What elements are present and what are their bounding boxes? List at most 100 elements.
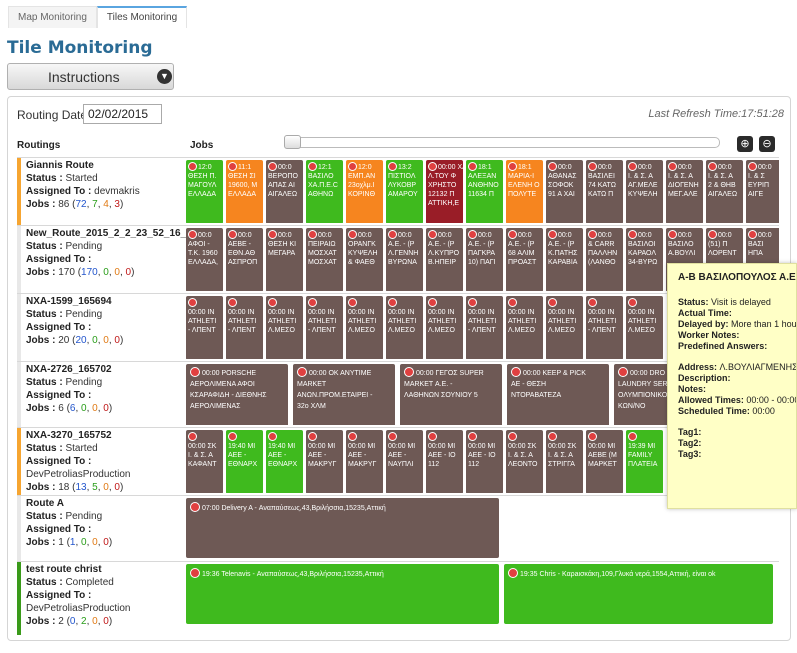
clock-icon — [628, 432, 637, 441]
tooltip-tag1: Tag1: — [678, 427, 702, 437]
job-line: ΕΛΛΑΔΑ — [188, 191, 217, 198]
job-tile[interactable]: 00:0 Α.Ε. - (Ρ ΠΑΓΚΡΑ 10) ΠΑΓΙ — [466, 228, 503, 291]
job-tile[interactable]: 00:00 ΣΚ Ι. & Σ. Α ΚΑΦΑΝΤ — [186, 430, 223, 493]
job-tile[interactable]: 00:00 IN ATHLETI Λ.ΜΕΣΟ — [626, 296, 663, 359]
jobs-count-orange: 0 — [92, 403, 98, 414]
job-tile[interactable]: 00:00 IN ATHLETI - ΛΠΕΝΤ — [586, 296, 623, 359]
job-tile[interactable]: 00:0 Α.Ε. - (Ρ Λ.ΚΥΠΡΟ Β.ΗΠΕΙΡ — [426, 228, 463, 291]
tab-tiles-monitoring[interactable]: Tiles Monitoring — [96, 6, 188, 28]
job-tile[interactable]: 00:00 IN ATHLETI Λ.ΜΕΣΟ — [546, 296, 583, 359]
job-tile[interactable]: 00:00 IN ATHLETI - ΛΠΕΝΤ — [306, 296, 343, 359]
job-line: ΧΡΗΣΤΟ — [428, 182, 457, 189]
slider-handle[interactable] — [284, 135, 301, 149]
job-tile[interactable]: 00:0 Ι. & Σ. Α ΔΙΟΓΕΝΗ ΜΕΓ.ΑΛΕ — [666, 160, 703, 223]
job-line: Α.Ε. - (Ρ — [508, 241, 535, 248]
job-tile[interactable]: 00:00 IN ATHLETI - ΛΠΕΝΤ — [466, 296, 503, 359]
job-tile[interactable]: 00:00 ΜΙ ΑΕΒΕ (Μ ΜΑΡΚΕΤ — [586, 430, 623, 493]
route-name[interactable]: test route christ — [26, 564, 102, 575]
job-tile[interactable]: 18:1 ΑΛΕΞΑΝ ΑΝΘΗΝΟ 11634 Π — [466, 160, 503, 223]
job-tile[interactable]: 00:00 IN ATHLETI Λ.ΜΕΣΟ — [426, 296, 463, 359]
instructions-button[interactable]: Instructions ▼ — [7, 63, 174, 90]
job-line: ΕΜΠ.ΑΝ — [348, 173, 376, 180]
job-tile[interactable]: 18:1 ΜΑΡΙΑ-Ι ΕΛΕΝΗ Ο ΠΟΛΥΤΕ — [506, 160, 543, 223]
route-status: Started — [65, 443, 98, 454]
job-time: 11:1 — [238, 164, 252, 171]
job-time: 00:0 — [718, 232, 732, 239]
job-tile[interactable]: 00:0 Α.Ε. - (Ρ Κ.ΠΑΤΗΣ ΚΑΡΑΒΙΑ — [546, 228, 583, 291]
job-tile[interactable]: 00:00 IN ATHLETI Λ.ΜΕΣΟ — [266, 296, 303, 359]
job-tile[interactable]: 00:00 KEEP & PICK ΑΕ - ΘΕΣΗ ΝΤΟΡΑΒΑΤΕΖΑ — [507, 364, 609, 425]
job-tile[interactable]: 00:00 IN ATHLETI Λ.ΜΕΣΟ — [386, 296, 423, 359]
route-name[interactable]: Route A — [26, 498, 64, 509]
job-time: 00:0 — [598, 232, 612, 239]
job-tile[interactable]: 00:00 OK ANYTIME MARKET ΑΝΩΝ.ΠΡΟΜ.ΕΤΑΙΡΕΙ … — [293, 364, 395, 425]
route-name[interactable]: New_Route_2015_2_2_23_52_16_748 — [26, 228, 203, 239]
job-line: ΠΡΟΑΣΤ — [508, 259, 537, 266]
route-name[interactable]: NXA-2726_165702 — [26, 364, 112, 375]
job-tile[interactable]: 19:40 ΜΙ ΑΕΕ - ΕΘΝΑΡΧ — [266, 430, 303, 493]
tab-map-monitoring[interactable]: Map Monitoring — [8, 6, 97, 28]
job-tile[interactable]: 00:0 Α.Ε. - (Ρ 68 ΑΛΙΜ ΠΡΟΑΣΤ — [506, 228, 543, 291]
job-tile[interactable]: 19:35 Chris - Καρaισκάκη,109,Γλυκά νερά,… — [504, 564, 773, 624]
job-tile[interactable]: 00:00 IN ATHLETI - ΛΠΕΝΤ — [226, 296, 263, 359]
job-tile[interactable]: 00:00 IN ATHLETI - ΛΠΕΝΤ — [186, 296, 223, 359]
job-time: 00:0 — [278, 232, 292, 239]
job-tile[interactable]: 00:0 ΟΡΑΝΓΚ ΚΥΨΕΛΗ & ΦΑΕΘ — [346, 228, 383, 291]
job-tile[interactable]: 00:0 ΑΘΑΝΑΣ ΣΟΦΟΚ 91 Α ΧΑΙ — [546, 160, 583, 223]
job-tile[interactable]: 00:00 ΜΙ ΑΕΕ - ΙΟ 112 — [426, 430, 463, 493]
job-tile[interactable]: 19:39 ΜΙ FAMILY ΠΛΑΤΕΙΑ — [626, 430, 663, 493]
route-name[interactable]: NXA-1599_165694 — [26, 296, 112, 307]
job-tile[interactable]: 00:0 Ι. & Σ. Α 2 & ΘΗΒ ΑΙΓΑΛΕΩ — [706, 160, 743, 223]
job-time: 12:1 — [318, 164, 332, 171]
job-tile[interactable]: 19:40 ΜΙ ΑΕΕ - ΕΘΝΑΡΧ — [226, 430, 263, 493]
job-tile[interactable]: 00:0 & CARR ΠΑΛΛΗΝ (ΛΑΝΘΟ — [586, 228, 623, 291]
jobs-count-orange: 0 — [103, 482, 109, 493]
job-time: 00:0 — [318, 232, 332, 239]
job-tile[interactable]: 00:0 ΒΕΡΟΠΟ ΑΠΑΣ ΑΙ ΑΙΓΑΛΕΩ — [266, 160, 303, 223]
job-tile[interactable]: 00:0 Α.Ε. - (Ρ Λ.ΓΕΝΝΗ ΒΥΡΩΝΑ — [386, 228, 423, 291]
job-tile[interactable]: 00:00 IN ATHLETI Λ.ΜΕΣΟ — [506, 296, 543, 359]
route-name[interactable]: Giannis Route — [26, 160, 94, 171]
job-tile[interactable]: 13:2 ΠΙΣΤΙΟΛ ΛΥΚΟΒΡ ΑΜΑΡΟΥ — [386, 160, 423, 223]
job-line: ΠΙΣΤΙΟΛ — [388, 173, 416, 180]
job-tile[interactable]: 12:0 ΘΕΣΗ Π. ΜΑΓΟΥΛ ΕΛΛΑΔΑ — [186, 160, 223, 223]
zoom-out-icon[interactable]: ⊖ — [759, 136, 775, 152]
job-tile[interactable]: 00:0 ΒΑΣΙΛΟΙ ΚΑΡΑΟΛ 34-ΒΥΡΩ — [626, 228, 663, 291]
job-line: 00:00 IN — [308, 309, 335, 316]
job-tile[interactable]: 00:00 IN ATHLETI Λ.ΜΕΣΟ — [346, 296, 383, 359]
job-tile[interactable]: 00:00 ΜΙ ΑΕΕ - ΜΑΚΡΥΓ — [346, 430, 383, 493]
job-line: Λ.ΜΕΣΟ — [388, 327, 415, 334]
job-tile[interactable]: 00:00 ΜΙ ΑΕΕ - ΜΑΚΡΥΓ — [306, 430, 343, 493]
job-line: Α.Ε. - (Ρ — [428, 241, 455, 248]
job-tile[interactable]: 00:0 ΑΦΟΙ - Τ.Κ. 1960 ΕΛΛΑΔΑ, — [186, 228, 223, 291]
tooltip-tag2: Tag2: — [678, 438, 702, 448]
job-tile[interactable]: 00:0 Ι. & Σ. Α ΑΓ.ΜΕΛΕ ΚΥΨΕΛΗ — [626, 160, 663, 223]
job-tile[interactable]: 00:0 ΑΕΒΕ - ΕΘΝ.ΑΘ ΑΣΠΡΟΠ — [226, 228, 263, 291]
jobs-count-orange: 4 — [103, 199, 109, 210]
job-tile[interactable]: 00:00 ΣΚ Ι. & Σ. Α ΛΕΟΝΤΟ — [506, 430, 543, 493]
job-tile[interactable]: 19:36 Telenavis - Αναπαύσεως,43,Βριλήσσι… — [186, 564, 499, 624]
job-tile[interactable]: 00:00 PORSCHE ΑΕΡΟΛΙΜΕΝΑ ΑΦΟΙ ΚΣΑΡΑΦΙΔΗ - … — [186, 364, 288, 425]
job-tile[interactable]: 07:00 Delivery A - Αναπαύσεως,43,Βριλήσσ… — [186, 498, 499, 558]
job-line: ΑΕ - ΘΕΣΗ — [511, 381, 547, 388]
route-assignee: DevPetroliasProduction — [26, 603, 131, 614]
job-tile[interactable]: 00:00 ΣΚ Ι. & Σ. Α ΣΤΡΙΓΓΑ — [546, 430, 583, 493]
job-tile[interactable]: 00:00 ΜΙ ΑΕΕ - ΝΑΥΠΛΙ — [386, 430, 423, 493]
job-tile[interactable]: 00:0 ΒΑΣΙΛΕΙ 74 ΚΑΤΩ ΚΑΤΩ Π — [586, 160, 623, 223]
job-tile[interactable]: 00:00 ΜΙ ΑΕΕ - ΙΟ 112 — [466, 430, 503, 493]
job-tile[interactable]: 12:1 ΒΑΣΙΛΟ ΧΑ.Π.Ε.C ΑΘΗΝΩ — [306, 160, 343, 223]
zoom-in-icon[interactable]: ⊕ — [737, 136, 753, 152]
route-info: test route christ Status : Completed Assig… — [26, 564, 131, 627]
job-tile[interactable]: 00:0 Ι. & Σ ΕΥΡΙΠ ΑΙΓΕ — [746, 160, 779, 223]
job-tile[interactable]: 11:1 ΘΕΣΗ ΣΙ 19600, Μ ΕΛΛΑΔΑ — [226, 160, 263, 223]
job-tile[interactable]: 00:0 ΠΕΙΡΑΙΩ ΜΟΣΧΑΤ ΜΟΣΧΑΤ — [306, 228, 343, 291]
zoom-slider[interactable] — [284, 135, 720, 149]
routing-date-input[interactable] — [83, 104, 162, 124]
job-line: Ι. & Σ. Α — [188, 452, 213, 459]
job-tile[interactable]: 00:00 ΓΕΓΟΣ SUPER MARKET Α.Ε. - ΛΑΘΗΝΩΝ ΣΟ… — [400, 364, 502, 425]
job-tile[interactable]: 00:00 ΧΑ Λ.ΤΟΥ Φ ΧΡΗΣΤΟ 12132 Π ΑΤΤΙΚΗ,Ε — [426, 160, 463, 223]
job-line: ΕΘΝΑΡΧ — [268, 461, 298, 468]
job-tile[interactable]: 00:0 ΘΕΣΗ ΚΙ ΜΕΓΑΡΑ — [266, 228, 303, 291]
job-tile[interactable]: 12:0 ΕΜΠ.ΑΝ 23οχλμ.Ι ΚΟΡΙΝΘ — [346, 160, 383, 223]
route-name[interactable]: NXA-3270_165752 — [26, 430, 112, 441]
